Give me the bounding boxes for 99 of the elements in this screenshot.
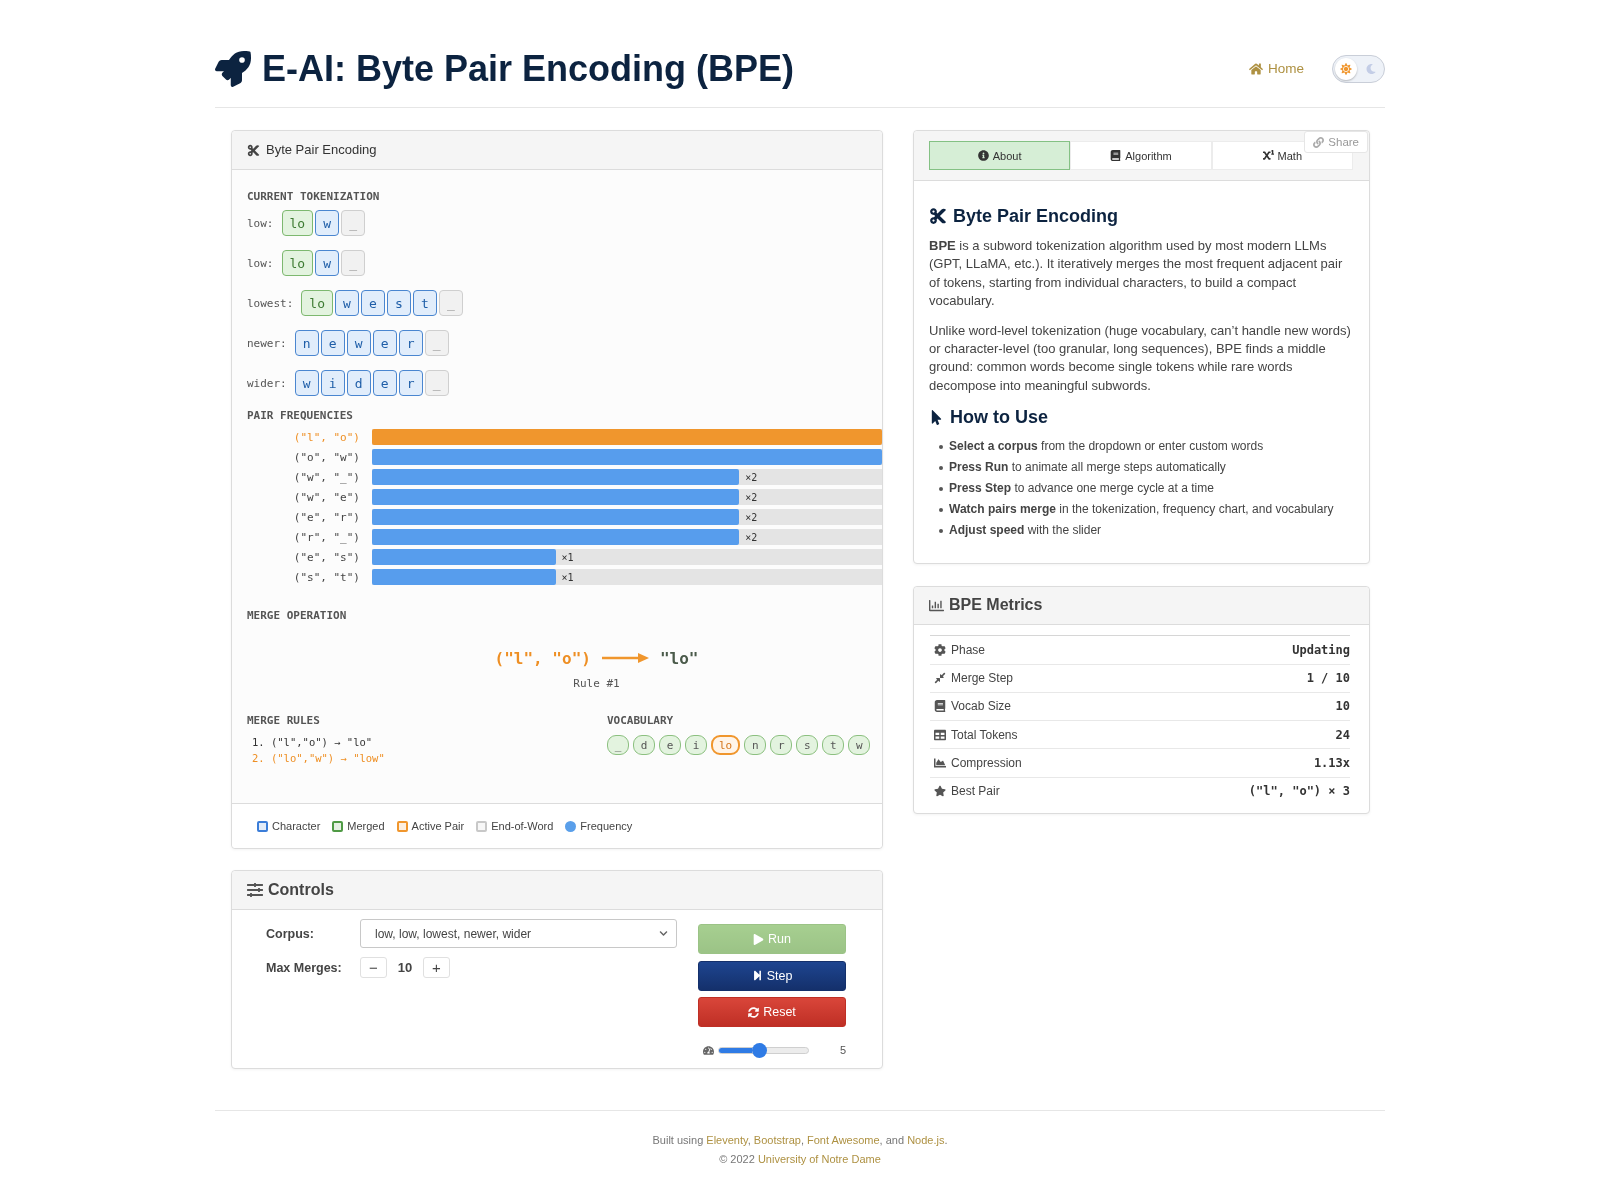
- field-label: Corpus:: [266, 926, 315, 941]
- metric-value: 10: [1335, 699, 1350, 714]
- legend-label: Frequency: [580, 819, 633, 833]
- field-label: Max Merges:: [266, 960, 343, 975]
- pair-label: ("l", "o"): [292, 430, 360, 444]
- metric-value: 24: [1335, 727, 1350, 742]
- merged-token: lo: [281, 250, 314, 276]
- metric-label: Phase: [951, 642, 986, 657]
- how-to-step: Watch pairs merge in the tokenization, frequency chart, and vocabulary: [949, 499, 1334, 521]
- word-label: lowest:: [247, 296, 294, 310]
- character-token: r: [398, 330, 423, 356]
- pair-label: ("e", "s"): [292, 550, 360, 564]
- character-token: i: [320, 370, 345, 396]
- section-heading: How to Use: [950, 406, 1048, 429]
- metric-label: Total Tokens: [951, 727, 1018, 742]
- how-to-step: Adjust speed with the slider: [949, 520, 1102, 542]
- merge-pair: ("l", "o"): [494, 648, 591, 668]
- character-token: d: [346, 370, 371, 396]
- vocab-token: w: [848, 735, 871, 755]
- how-to-step: Press Run to animate all merge steps automatically: [949, 457, 1226, 479]
- pair-label: ("s", "t"): [292, 570, 360, 584]
- character-token: n: [294, 330, 319, 356]
- character-token: w: [335, 290, 359, 316]
- legend-label: Active Pair: [411, 819, 465, 833]
- vocab-token: _: [607, 735, 629, 755]
- character-token: r: [398, 370, 423, 396]
- end-of-word-token: _: [424, 370, 449, 396]
- section-label: VOCABULARY: [607, 714, 675, 728]
- section-label: MERGE RULES: [247, 714, 321, 728]
- pair-count: ×2: [745, 491, 758, 503]
- metric-value: Updating: [1292, 642, 1350, 657]
- character-token: w: [346, 330, 371, 356]
- merge-rule: 2. ("lo","w") → "low": [252, 751, 385, 766]
- legend-label: Merged: [347, 819, 385, 833]
- vocab-token: n: [744, 735, 767, 755]
- character-token: t: [413, 290, 437, 316]
- pair-label: ("r", "_"): [292, 530, 360, 544]
- metric-value: 1.13x: [1313, 756, 1350, 771]
- pair-label: ("o", "w"): [292, 450, 360, 464]
- pair-count: ×1: [561, 551, 574, 563]
- merge-rule: 1. ("l","o") → "lo": [252, 735, 373, 750]
- panel-title: BPE Metrics: [949, 595, 1043, 616]
- pair-count: ×2: [745, 531, 758, 543]
- panel-title: Controls: [268, 880, 334, 900]
- word-label: newer:: [247, 336, 287, 350]
- pair-label: ("w", "e"): [292, 490, 360, 504]
- vocab-token: t: [822, 735, 845, 755]
- pair-count: ×2: [745, 511, 758, 523]
- pair-label: ("e", "r"): [292, 510, 360, 524]
- vocab-token: e: [659, 735, 681, 755]
- rule-number: Rule #1: [573, 677, 620, 691]
- word-label: low:: [247, 216, 274, 230]
- word-label: wider:: [247, 376, 287, 390]
- pair-count: ×1: [561, 571, 574, 583]
- character-token: e: [372, 330, 397, 356]
- vocab-token: lo: [711, 735, 741, 755]
- merged-token: lo: [281, 210, 314, 236]
- metric-value: ("l", "o") × 3: [1248, 784, 1350, 799]
- character-token: e: [320, 330, 345, 356]
- end-of-word-token: _: [341, 210, 366, 236]
- speed-value: 5: [838, 1044, 846, 1056]
- legend-label: End-of-Word: [491, 819, 554, 833]
- character-token: w: [315, 250, 340, 276]
- vocab-token: s: [796, 735, 819, 755]
- character-token: w: [294, 370, 319, 396]
- character-token: e: [372, 370, 397, 396]
- vocab-token: r: [770, 735, 793, 755]
- pair-count: ×2: [745, 471, 758, 483]
- how-to-step: Press Step to advance one merge cycle at a time: [949, 478, 1214, 500]
- footer-credits: Built using Eleventy, Bootstrap, Font Awesome, and Node.js.: [652, 1133, 948, 1148]
- end-of-word-token: _: [341, 250, 366, 276]
- about-paragraph: BPE is a subword tokenization algorithm used by most modern LLMs (GPT, LLaMA, etc.). It iteratively merges the most frequent adjacent pair of tokens, starting from individual characters, to build a compact vocabulary.: [929, 237, 1344, 311]
- metric-value: 1 / 10: [1306, 671, 1350, 686]
- section-label: PAIR FREQUENCIES: [247, 409, 354, 423]
- word-label: low:: [247, 256, 274, 270]
- metric-label: Merge Step: [951, 671, 1014, 686]
- legend-label: Character: [272, 819, 321, 833]
- character-token: e: [361, 290, 385, 316]
- section-label: MERGE OPERATION: [247, 609, 348, 623]
- how-to-step: Select a corpus from the dropdown or enter custom words: [949, 436, 1264, 458]
- max-merges-value: 10: [396, 960, 414, 975]
- page-title: E-AI: Byte Pair Encoding (BPE): [262, 48, 795, 90]
- footer-copyright: © 2022 University of Notre Dame: [719, 1152, 881, 1167]
- vocab-token: d: [633, 735, 655, 755]
- merged-token: lo: [301, 290, 333, 316]
- section-heading: Byte Pair Encoding: [953, 205, 1119, 227]
- merge-result: "lo": [659, 648, 699, 668]
- end-of-word-token: _: [439, 290, 463, 316]
- character-token: w: [315, 210, 340, 236]
- metric-label: Compression: [951, 756, 1022, 771]
- metric-label: Vocab Size: [951, 699, 1012, 714]
- metric-label: Best Pair: [951, 784, 1000, 799]
- character-token: s: [387, 290, 411, 316]
- panel-title: Byte Pair Encoding: [266, 141, 377, 159]
- section-label: CURRENT TOKENIZATION: [247, 190, 381, 204]
- pair-label: ("w", "_"): [292, 470, 360, 484]
- vocab-token: i: [685, 735, 707, 755]
- about-paragraph: Unlike word-level tokenization (huge vocabulary, can’t handle new words) or character-level (too granular, long sequences), BPE finds a middle ground: common words become single tokens while rare words decompose into meaningful subwords.: [929, 321, 1352, 395]
- end-of-word-token: _: [424, 330, 449, 356]
